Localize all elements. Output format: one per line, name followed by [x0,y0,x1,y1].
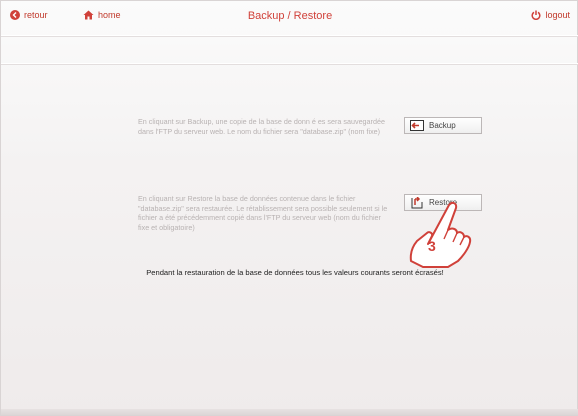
step-number: 3 [428,238,436,254]
power-icon [531,10,541,20]
footer-strip [1,409,578,415]
backup-button-label: Backup [429,121,456,130]
logout-link[interactable]: logout [531,10,570,20]
page-title: Backup / Restore [247,10,333,22]
backup-description: En cliquant sur Backup, une copie de la … [138,117,385,136]
app-window: retour home Backup / Restore logout En c… [0,0,578,416]
header-divider [1,35,578,36]
pointer-hand-icon: 3 [399,198,481,275]
backup-icon [410,120,424,131]
backup-button[interactable]: Backup [404,117,482,134]
logout-label: logout [545,10,570,20]
restore-description: En cliquant sur Restore la base de donné… [138,194,388,232]
top-bar: retour home Backup / Restore logout [1,1,578,35]
subheader-divider [1,63,578,64]
